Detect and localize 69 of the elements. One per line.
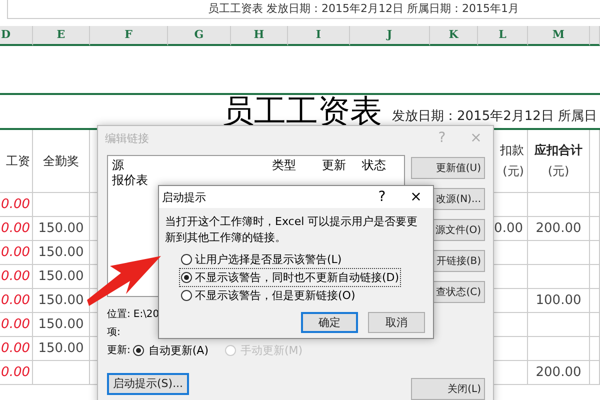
sheet-subtitle: 发放日期：2015年2月12日 所属日 bbox=[392, 108, 598, 126]
table-cell bbox=[528, 241, 590, 265]
column-heading: 全勤奖 bbox=[43, 152, 79, 170]
radio-option[interactable]: 不显示该警告，同时也不更新自动链接(D) bbox=[181, 270, 400, 285]
list-column-header[interactable]: 状态 bbox=[362, 158, 396, 173]
table-cell bbox=[590, 313, 600, 337]
startup-prompt-button[interactable]: 启动提示(S)... bbox=[107, 372, 190, 394]
column-header[interactable]: F bbox=[90, 26, 168, 46]
column-header[interactable]: K bbox=[430, 26, 478, 46]
table-cell: 150.00 bbox=[33, 217, 90, 241]
table-cell: 0.00 bbox=[0, 193, 33, 217]
column-heading: 扣款 bbox=[500, 142, 524, 159]
column-header[interactable]: E bbox=[33, 26, 90, 46]
unit-label: (元) bbox=[502, 163, 524, 180]
table-cell bbox=[590, 241, 600, 265]
list-column-header[interactable]: 类型 bbox=[272, 158, 322, 173]
table-cell bbox=[590, 289, 600, 313]
dialog-title: 启动提示 bbox=[162, 190, 207, 204]
column-header[interactable]: J bbox=[350, 26, 430, 46]
column-header[interactable]: I bbox=[288, 26, 350, 46]
radio-option[interactable]: 让用户选择是否显示该警告(L) bbox=[181, 252, 342, 267]
column-heading: 工资 bbox=[6, 152, 30, 170]
table-cell: 0.00 bbox=[0, 265, 33, 289]
formula-bar[interactable]: 员工工资表 发放日期：2015年2月12日 所属日期：2015年1月 bbox=[7, 0, 600, 19]
table-cell: 150.00 bbox=[33, 337, 90, 361]
radio-option[interactable]: 不显示该警告，但是更新链接(O) bbox=[181, 288, 356, 303]
table-cell bbox=[590, 361, 600, 385]
table-cell: 150.00 bbox=[33, 241, 90, 265]
table-cell: 200.00 bbox=[528, 361, 590, 385]
dialog-title: 编辑链接 bbox=[105, 130, 150, 146]
table-cell: 150.00 bbox=[33, 313, 90, 337]
dialog-button[interactable]: 取消 bbox=[368, 312, 425, 333]
field-value: E:\20 bbox=[133, 308, 160, 320]
table-cell: 200.00 bbox=[528, 217, 590, 241]
sheet-title: 员工工资表 bbox=[222, 94, 382, 128]
field-label: 项: bbox=[107, 326, 120, 339]
table-cell: 0.00 bbox=[0, 313, 33, 337]
table-cell bbox=[590, 265, 600, 289]
field-label: 位置: bbox=[107, 308, 130, 321]
table-cell bbox=[528, 337, 590, 361]
table-cell bbox=[528, 313, 590, 337]
table-cell bbox=[528, 265, 590, 289]
list-column-header[interactable]: 源 bbox=[112, 158, 272, 173]
table-cell: 0.00 bbox=[0, 289, 33, 313]
table-cell bbox=[590, 217, 600, 241]
table-cell: 0.00 bbox=[0, 217, 33, 241]
column-header[interactable]: D bbox=[0, 26, 33, 46]
table-cell bbox=[590, 337, 600, 361]
unit-label: (元) bbox=[548, 163, 570, 180]
radio-option[interactable]: 自动更新(A) bbox=[133, 342, 208, 358]
dialog-button[interactable]: 更新值(U) bbox=[411, 157, 485, 179]
close-dialog-button[interactable]: 关闭(L) bbox=[411, 378, 485, 400]
field-label: 更新: bbox=[107, 344, 130, 357]
table-cell: 100.00 bbox=[528, 289, 590, 313]
list-cell[interactable]: 报价表 bbox=[112, 173, 272, 188]
table-cell: 0.00 bbox=[0, 241, 33, 265]
column-header[interactable]: M bbox=[528, 26, 590, 46]
help-button[interactable]: ? bbox=[365, 189, 399, 205]
table-cell: 0.00 bbox=[0, 361, 33, 385]
list-column-header[interactable]: 更新 bbox=[322, 158, 362, 173]
column-header[interactable]: G bbox=[168, 26, 231, 46]
column-header[interactable]: L bbox=[478, 26, 528, 46]
table-cell bbox=[590, 193, 600, 217]
dialog-button[interactable]: 确定 bbox=[301, 312, 358, 333]
column-heading: 应扣合计 bbox=[534, 142, 582, 159]
column-header[interactable] bbox=[590, 26, 600, 46]
table-cell: 150.00 bbox=[33, 265, 90, 289]
table-cell: 0.00 bbox=[0, 337, 33, 361]
column-header[interactable]: H bbox=[231, 26, 288, 46]
